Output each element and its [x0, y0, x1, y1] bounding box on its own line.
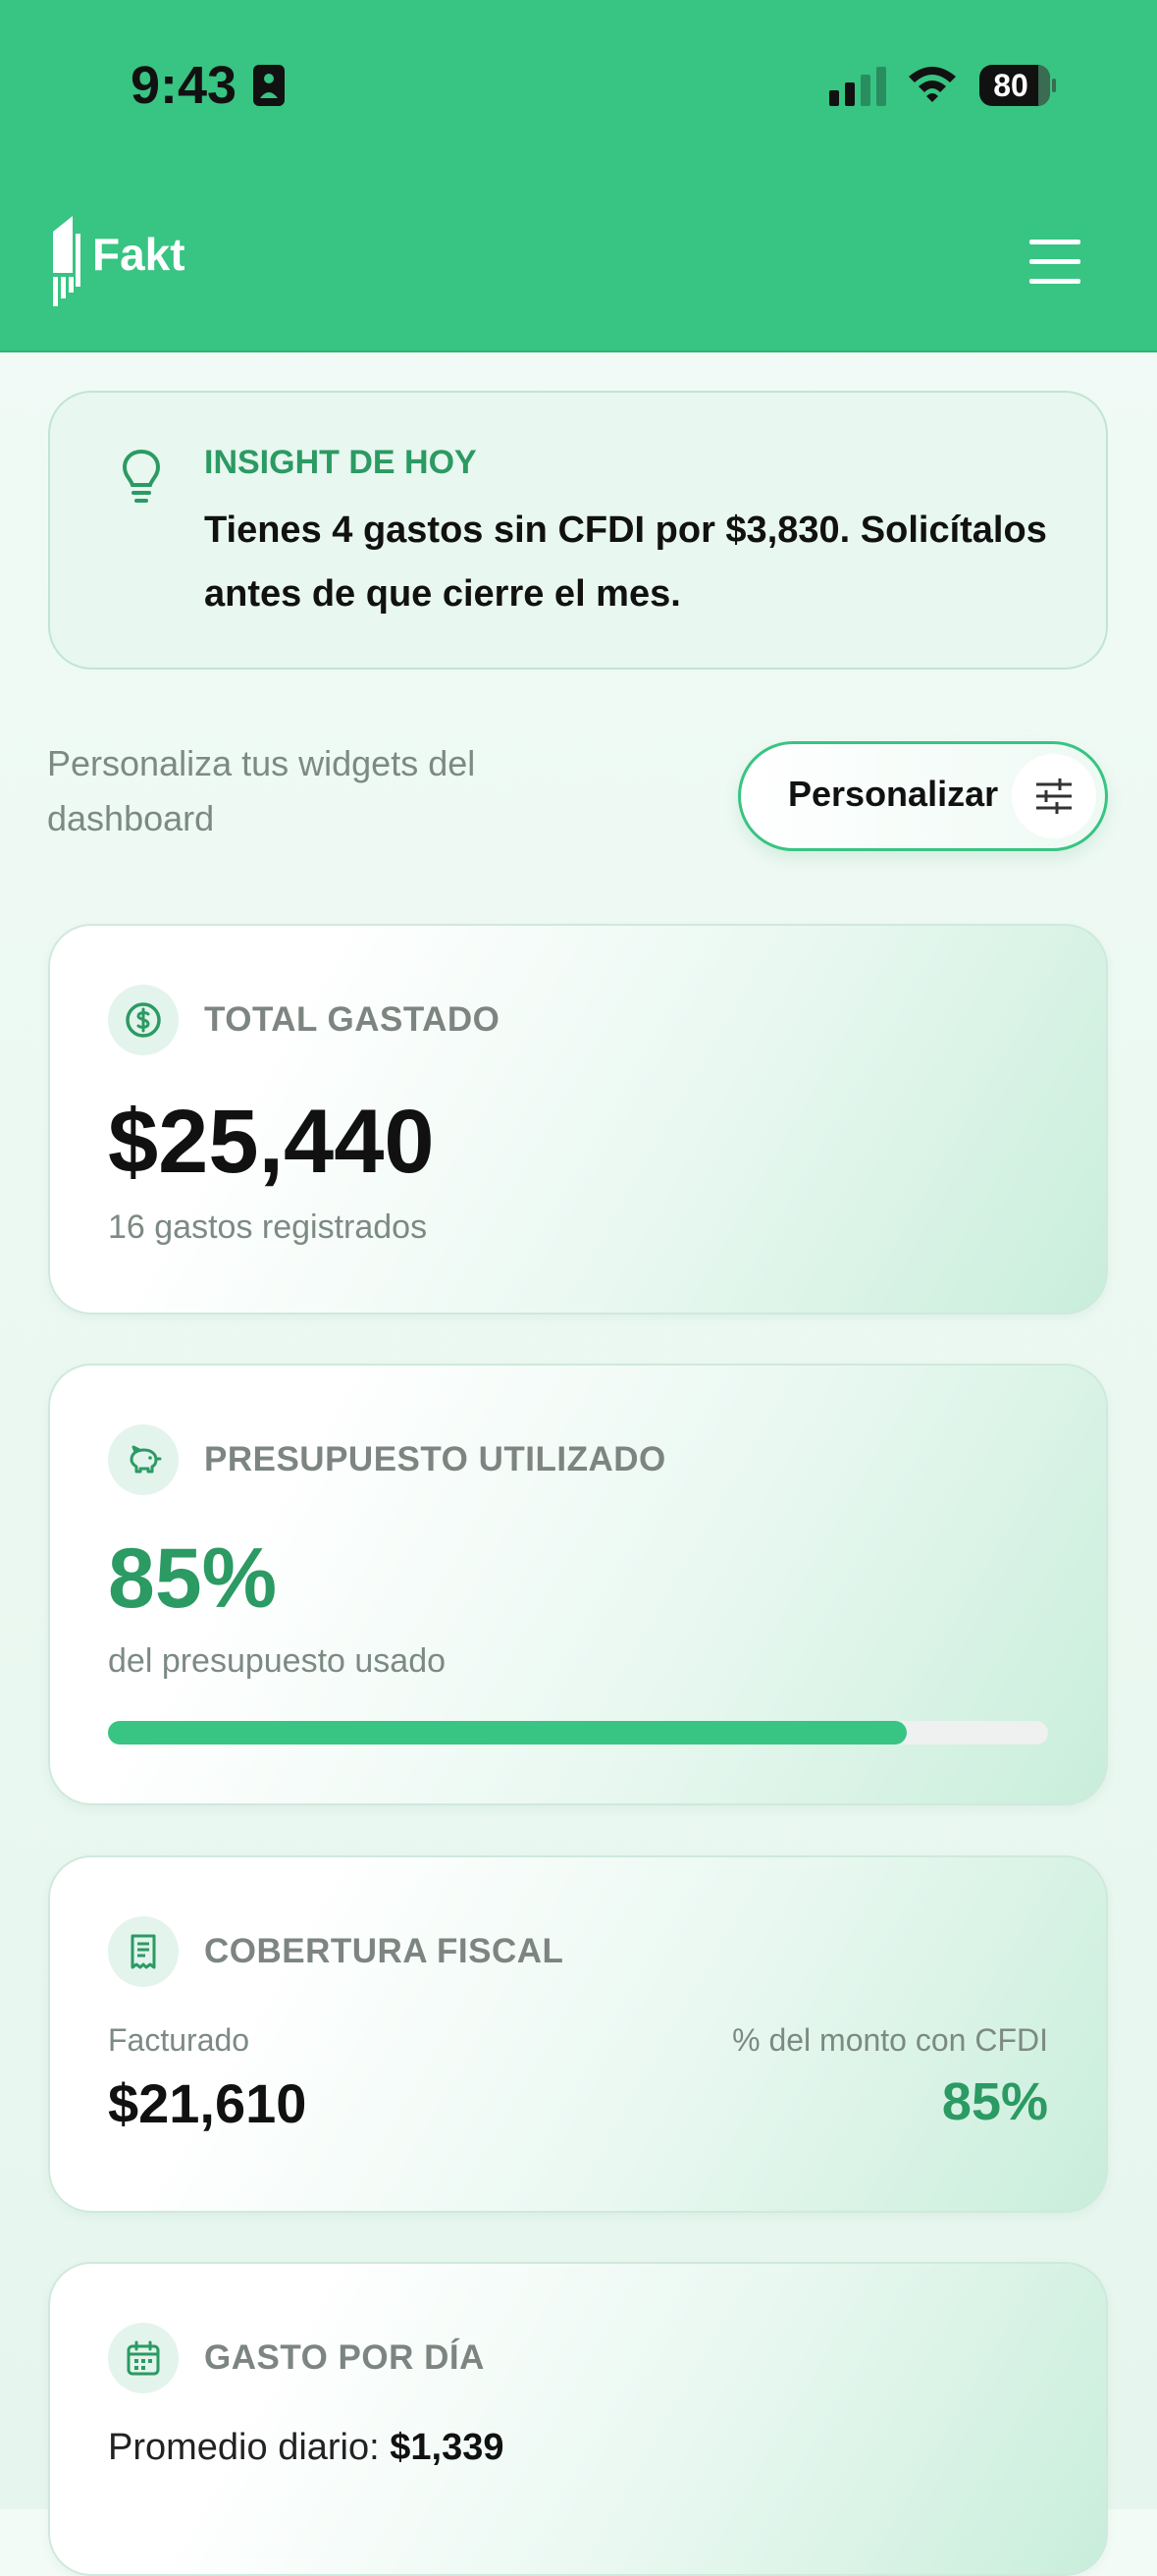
wifi-icon	[909, 67, 956, 102]
total-spent-subtitle: 16 gastos registrados	[108, 1208, 428, 1246]
total-spent-title: TOTAL GASTADO	[204, 1000, 500, 1039]
cfdi-percent-value: 85%	[941, 2072, 1048, 2131]
receipt-icon-badge	[108, 1916, 179, 1987]
tax-coverage-title: COBERTURA FISCAL	[204, 1932, 564, 1970]
personalize-button-label: Personalizar	[788, 774, 999, 814]
insight-card: INSIGHT DE HOY Tienes 4 gastos sin CFDI …	[48, 391, 1108, 670]
total-spent-value: $25,440	[108, 1092, 435, 1192]
dollar-icon-badge	[108, 985, 179, 1055]
personalize-description: Personaliza tus widgets del dashboard	[47, 743, 476, 838]
budget-progress-bar	[108, 1721, 1048, 1744]
budget-used-value: 85%	[108, 1531, 278, 1626]
cfdi-percent-label: % del monto con CFDI	[732, 2022, 1048, 2058]
daily-average: Promedio diario: $1,339	[108, 2427, 503, 2469]
invoiced-label: Facturado	[108, 2022, 250, 2058]
piggy-bank-icon	[130, 1445, 162, 1474]
daily-spend-widget[interactable]: GASTO POR DÍA Promedio diario: $1,339	[48, 2262, 1108, 2576]
battery-indicator: 80	[979, 65, 1056, 106]
budget-progress-fill	[108, 1721, 908, 1744]
dollar-icon	[126, 1002, 161, 1038]
piggy-bank-icon-badge	[108, 1424, 179, 1495]
calendar-icon	[127, 2340, 160, 2376]
budget-used-widget[interactable]: PRESUPUESTO UTILIZADO 85% del presupuest…	[48, 1364, 1108, 1805]
sliders-icon	[1036, 778, 1072, 814]
personalize-button[interactable]: Personalizar	[738, 741, 1108, 851]
calendar-icon-badge	[108, 2323, 179, 2393]
invoiced-value: $21,610	[108, 2072, 307, 2134]
app-name: Fakt	[92, 229, 185, 280]
status-time: 9:43	[131, 56, 237, 115]
daily-spend-title: GASTO POR DÍA	[204, 2338, 485, 2377]
battery-level: 80	[993, 68, 1028, 103]
budget-used-subtitle: del presupuesto usado	[108, 1642, 447, 1680]
tax-coverage-widget[interactable]: COBERTURA FISCAL Facturado $21,610 % del…	[48, 1855, 1108, 2213]
cellular-signal-icon	[829, 67, 886, 106]
app-header: 9:43 80 Fakt	[0, 0, 1157, 352]
daily-average-label: Promedio diario:	[108, 2427, 380, 2468]
receipt-icon	[131, 1934, 156, 1969]
insight-text: Tienes 4 gastos sin CFDI por $3,830. Sol…	[204, 510, 1047, 615]
hamburger-menu-icon[interactable]	[1027, 236, 1082, 287]
daily-average-value: $1,339	[390, 2427, 504, 2468]
sim-card-icon	[253, 65, 285, 106]
total-spent-widget[interactable]: TOTAL GASTADO $25,440 16 gastos registra…	[48, 924, 1108, 1315]
fakt-logo-icon	[53, 216, 80, 306]
insight-label: INSIGHT DE HOY	[204, 444, 477, 481]
budget-used-title: PRESUPUESTO UTILIZADO	[204, 1440, 666, 1478]
lightbulb-icon	[122, 449, 161, 503]
